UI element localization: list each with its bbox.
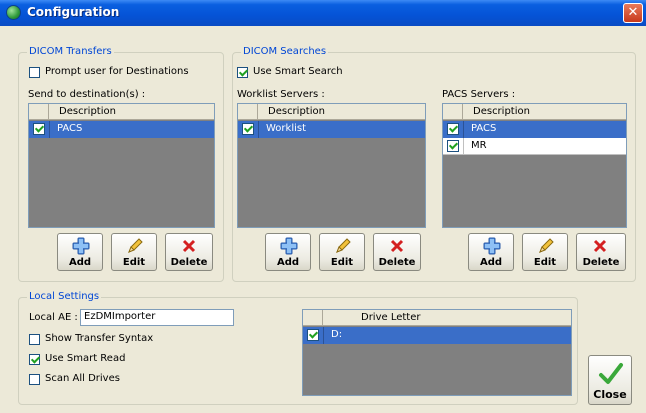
worklist-delete-button[interactable]: Delete <box>373 233 421 271</box>
add-label: Add <box>276 257 300 268</box>
delete-label: Delete <box>582 257 620 268</box>
row-checkbox[interactable] <box>33 123 45 135</box>
worklist-grid-header: Description <box>238 104 425 120</box>
worklist-edit-button[interactable]: Edit <box>319 233 365 271</box>
close-label: Close <box>593 388 627 401</box>
add-label: Add <box>479 257 503 268</box>
prompt-destinations-label: Prompt user for Destinations <box>45 66 189 77</box>
table-row[interactable]: PACS <box>443 121 626 138</box>
window-title: Configuration <box>27 5 120 19</box>
drive-letter-column-header[interactable]: Drive Letter <box>361 312 421 323</box>
add-label: Add <box>68 257 92 268</box>
row-checkbox[interactable] <box>447 123 459 135</box>
pacs-column-header[interactable]: Description <box>473 106 530 117</box>
delete-icon <box>593 239 607 253</box>
pacs-grid[interactable]: Description PACS MR <box>442 103 627 228</box>
add-icon <box>280 237 298 255</box>
table-row[interactable]: PACS <box>29 121 214 138</box>
show-transfer-syntax-label: Show Transfer Syntax <box>45 333 154 344</box>
scan-all-drives-checkbox[interactable] <box>29 374 40 385</box>
scan-all-drives-label: Scan All Drives <box>45 373 120 384</box>
dicom-transfers-label: DICOM Transfers <box>27 46 114 57</box>
smart-search-label: Use Smart Search <box>253 66 343 77</box>
worklist-add-button[interactable]: Add <box>265 233 311 271</box>
delete-icon <box>390 239 404 253</box>
add-icon <box>483 237 501 255</box>
table-row[interactable]: D: <box>303 327 571 344</box>
prompt-destinations-checkbox[interactable] <box>29 67 40 78</box>
show-transfer-syntax-checkbox[interactable] <box>29 334 40 345</box>
transfers-edit-button[interactable]: Edit <box>111 233 157 271</box>
row-text: PACS <box>57 123 83 134</box>
row-checkbox[interactable] <box>307 329 319 341</box>
app-icon <box>6 5 21 20</box>
close-button[interactable]: Close <box>588 355 632 405</box>
add-icon <box>72 237 90 255</box>
pacs-servers-label: PACS Servers : <box>442 89 516 100</box>
row-text: Worklist <box>266 123 307 134</box>
smart-search-checkbox[interactable] <box>237 67 248 78</box>
transfers-add-button[interactable]: Add <box>57 233 103 271</box>
worklist-servers-label: Worklist Servers : <box>237 89 325 100</box>
destinations-grid[interactable]: Description PACS <box>28 103 215 228</box>
worklist-column-header[interactable]: Description <box>268 106 325 117</box>
edit-label: Edit <box>122 257 146 268</box>
table-row[interactable]: Worklist <box>238 121 425 138</box>
destinations-grid-header: Description <box>29 104 214 120</box>
pencil-icon <box>336 238 351 253</box>
table-row[interactable]: MR <box>443 138 626 155</box>
pacs-grid-header: Description <box>443 104 626 120</box>
pencil-icon <box>128 238 143 253</box>
pencil-icon <box>539 238 554 253</box>
local-ae-input[interactable]: EzDMImporter <box>80 309 234 326</box>
transfers-delete-button[interactable]: Delete <box>165 233 213 271</box>
dicom-searches-label: DICOM Searches <box>241 46 329 57</box>
destinations-column-header[interactable]: Description <box>59 106 116 117</box>
pacs-delete-button[interactable]: Delete <box>576 233 626 271</box>
local-settings-label: Local Settings <box>27 291 102 302</box>
delete-label: Delete <box>170 257 208 268</box>
smart-read-checkbox[interactable] <box>29 354 40 365</box>
pacs-edit-button[interactable]: Edit <box>522 233 568 271</box>
smart-read-label: Use Smart Read <box>45 353 126 364</box>
window-close-icon[interactable]: ✕ <box>623 3 643 23</box>
edit-label: Edit <box>533 257 557 268</box>
delete-label: Delete <box>378 257 416 268</box>
delete-icon <box>182 239 196 253</box>
pacs-add-button[interactable]: Add <box>468 233 514 271</box>
edit-label: Edit <box>330 257 354 268</box>
send-destinations-label: Send to destination(s) : <box>28 89 146 100</box>
row-text: PACS <box>471 123 497 134</box>
row-text: D: <box>331 329 343 340</box>
checkmark-icon <box>599 363 623 384</box>
title-bar[interactable]: Configuration ✕ <box>0 0 646 26</box>
configuration-window: Configuration ✕ DICOM Transfers Prompt u… <box>0 0 646 413</box>
local-ae-label: Local AE : <box>29 312 78 323</box>
row-checkbox[interactable] <box>242 123 254 135</box>
worklist-grid[interactable]: Description Worklist <box>237 103 426 228</box>
row-checkbox[interactable] <box>447 140 459 152</box>
row-text: MR <box>471 140 487 151</box>
drive-grid-header: Drive Letter <box>303 310 571 326</box>
drive-letter-grid[interactable]: Drive Letter D: <box>302 309 572 396</box>
